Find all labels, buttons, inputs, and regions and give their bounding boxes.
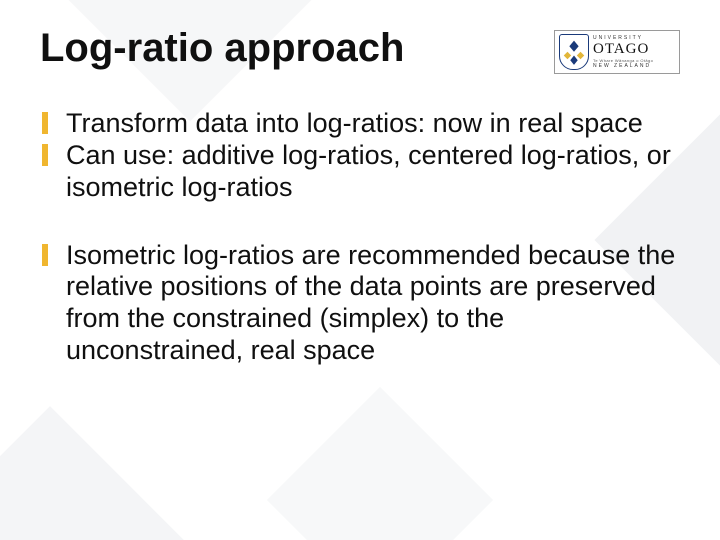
- bullet-item: Can use: additive log-ratios, centered l…: [40, 140, 680, 204]
- logo-line-university: UNIVERSITY: [593, 36, 653, 41]
- bullet-item: Transform data into log-ratios: now in r…: [40, 108, 680, 140]
- slide-header: Log-ratio approach UNIVERSITY OTAGO Te W…: [40, 26, 680, 74]
- logo-name: OTAGO: [593, 42, 653, 57]
- bullet-list: Transform data into log-ratios: now in r…: [40, 108, 680, 367]
- logo-maori: Te Whare Wānanga o Otāgo: [593, 59, 653, 63]
- bullet-item: Isometric log-ratios are recommended bec…: [40, 240, 680, 367]
- university-logo: UNIVERSITY OTAGO Te Whare Wānanga o Otāg…: [554, 30, 680, 74]
- logo-country: NEW ZEALAND: [593, 64, 653, 69]
- slide-title: Log-ratio approach: [40, 26, 404, 71]
- slide-content: Transform data into log-ratios: now in r…: [40, 108, 680, 367]
- logo-text: UNIVERSITY OTAGO Te Whare Wānanga o Otāg…: [593, 36, 653, 69]
- slide: Log-ratio approach UNIVERSITY OTAGO Te W…: [0, 0, 720, 540]
- crest-icon: [559, 34, 589, 70]
